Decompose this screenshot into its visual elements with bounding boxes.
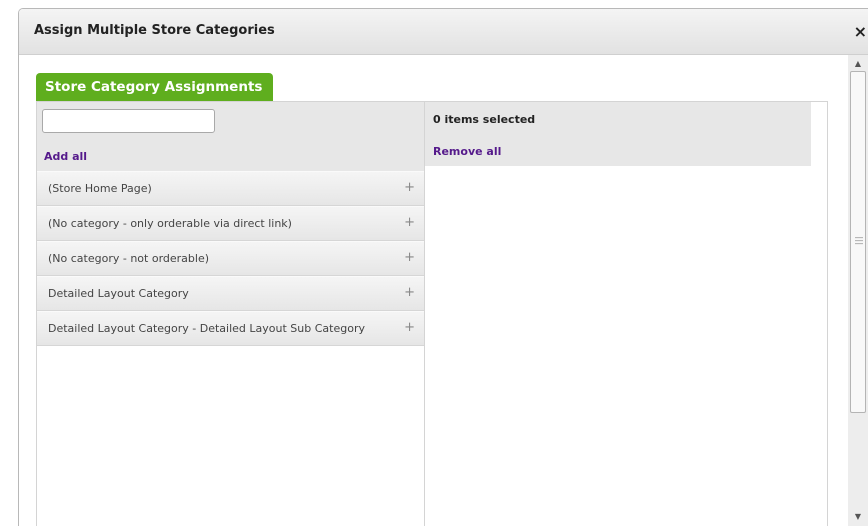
list-item[interactable]: (No category - only orderable via direct… [37,206,424,241]
remove-all-link[interactable]: Remove all [433,145,501,158]
tab-store-category-assignments[interactable]: Store Category Assignments [36,73,273,101]
search-input[interactable] [42,109,215,133]
available-items-list: (Store Home Page) + (No category - only … [37,171,424,346]
list-item-label: Detailed Layout Category [48,287,189,300]
scroll-up-icon[interactable]: ▲ [848,57,868,71]
list-item[interactable]: (Store Home Page) + [37,171,424,206]
plus-icon[interactable]: + [404,180,415,195]
available-list-column: Add all (Store Home Page) + (No category… [37,102,425,526]
list-item[interactable]: Detailed Layout Category - Detailed Layo… [37,311,424,346]
list-item-label: (Store Home Page) [48,182,152,195]
list-item-label: (No category - not orderable) [48,252,210,265]
plus-icon[interactable]: + [404,320,415,335]
selected-list-header: 0 items selected Remove all [425,102,811,166]
add-all-link[interactable]: Add all [44,150,87,163]
available-list-header: Add all [37,102,424,171]
close-icon[interactable]: × [854,24,867,40]
plus-icon[interactable]: + [404,250,415,265]
assign-categories-dialog: Assign Multiple Store Categories × Store… [18,8,868,526]
list-item-label: Detailed Layout Category - Detailed Layo… [48,322,365,335]
selected-count: 0 items selected [433,113,536,126]
plus-icon[interactable]: + [404,285,415,300]
multiselect-panel: Add all (Store Home Page) + (No category… [36,101,828,526]
dialog-titlebar[interactable]: Assign Multiple Store Categories × [19,9,868,55]
list-item[interactable]: Detailed Layout Category + [37,276,424,311]
dialog-scrollbar[interactable]: ▲ ― ― ― ▼ [848,55,868,526]
list-item-label: (No category - only orderable via direct… [48,217,292,230]
list-item[interactable]: (No category - not orderable) + [37,241,424,276]
plus-icon[interactable]: + [404,215,415,230]
scrollbar-thumb[interactable]: ― ― ― [850,71,866,413]
scroll-down-icon[interactable]: ▼ [848,510,868,524]
grip-icon: ― ― ― [855,233,863,248]
dialog-title: Assign Multiple Store Categories [34,23,275,38]
